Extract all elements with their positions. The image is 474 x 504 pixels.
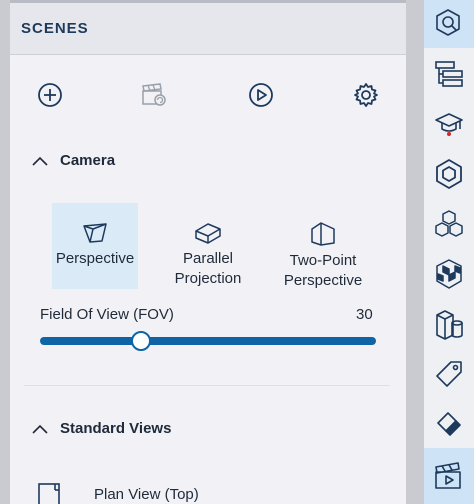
scene-search-icon: [436, 9, 460, 36]
play-animation-button[interactable]: [244, 78, 278, 112]
camera-section-toggle[interactable]: Camera: [30, 152, 115, 169]
tray-scenes-button[interactable]: [424, 448, 474, 504]
chevron-up-icon: [32, 156, 48, 166]
clapperboard-refresh-icon: [142, 83, 166, 106]
cubes-icon: [435, 210, 463, 237]
chevron-up-icon: [32, 424, 48, 434]
standard-views-section-label: Standard Views: [60, 420, 172, 437]
component-icon: [436, 159, 462, 189]
instructor-icon: [435, 113, 463, 136]
tray-solids-button[interactable]: [424, 300, 474, 348]
scroll-strip: [406, 0, 424, 504]
tray-instructor-button[interactable]: [424, 100, 474, 148]
play-circle-icon: [249, 83, 273, 107]
fov-value: 30: [356, 306, 373, 323]
tray-outliner-button[interactable]: [424, 50, 474, 98]
parallel-projection-icon: [195, 223, 221, 244]
panel-header: SCENES: [10, 3, 406, 55]
tray-materials-button[interactable]: [424, 250, 474, 298]
scenes-panel: SCENES Camera Perspective Parallel Proje…: [10, 0, 406, 504]
add-circle-icon: [38, 83, 62, 107]
parallel-projection-label-2: Projection: [174, 270, 242, 287]
plan-view-label: Plan View (Top): [94, 486, 199, 503]
panel-title: SCENES: [21, 20, 89, 37]
fov-slider-thumb[interactable]: [130, 331, 151, 351]
plan-view-item[interactable]: Plan View (Top): [36, 478, 396, 504]
two-point-perspective-label-1: Two-Point: [289, 252, 357, 269]
tray-eraser-button[interactable]: [424, 400, 474, 448]
perspective-label: Perspective: [55, 250, 135, 267]
gear-icon: [354, 83, 378, 107]
tray-components-button[interactable]: [424, 150, 474, 198]
two-point-perspective-icon: [311, 222, 335, 246]
parallel-projection-option[interactable]: Parallel Projection: [160, 203, 256, 289]
scene-settings-button[interactable]: [349, 78, 383, 112]
section-divider: [24, 385, 390, 386]
two-point-perspective-option[interactable]: Two-Point Perspective: [272, 203, 374, 289]
right-tray: [424, 0, 474, 504]
fov-label: Field Of View (FOV): [40, 306, 174, 323]
solids-icon: [436, 310, 463, 340]
tray-cubes-button[interactable]: [424, 200, 474, 248]
tag-icon: [436, 361, 462, 387]
tray-scene-search-button[interactable]: [424, 0, 474, 48]
outliner-icon: [435, 61, 463, 87]
plan-view-icon: [38, 483, 60, 504]
eraser-icon: [437, 412, 461, 436]
fov-slider-track[interactable]: [40, 337, 376, 345]
update-scene-button[interactable]: [137, 78, 171, 112]
standard-views-section-toggle[interactable]: Standard Views: [30, 420, 171, 437]
add-scene-button[interactable]: [33, 78, 67, 112]
parallel-projection-label-1: Parallel: [182, 250, 234, 267]
camera-section-label: Camera: [60, 152, 116, 169]
tray-tags-button[interactable]: [424, 350, 474, 398]
perspective-option[interactable]: Perspective: [52, 203, 138, 289]
materials-icon: [436, 259, 462, 289]
perspective-icon: [83, 223, 107, 243]
scenes-icon: [435, 462, 461, 489]
two-point-perspective-label-2: Perspective: [283, 272, 363, 289]
